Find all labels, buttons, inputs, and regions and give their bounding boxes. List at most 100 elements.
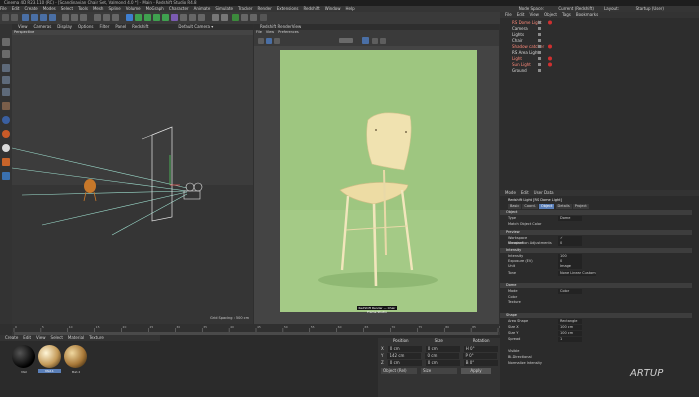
size-z-field[interactable]: 0 cm — [425, 360, 460, 366]
pen-icon[interactable] — [135, 14, 142, 21]
lock-icon[interactable] — [260, 14, 267, 21]
uv-mode-icon[interactable] — [2, 102, 10, 110]
attr-section-preview[interactable]: Preview — [500, 230, 692, 235]
magnet-icon[interactable] — [2, 158, 10, 166]
z-axis-icon[interactable] — [80, 14, 87, 21]
render-icon[interactable] — [103, 14, 110, 21]
menu-tracker[interactable]: Tracker — [238, 6, 252, 11]
ipr-icon[interactable] — [221, 14, 228, 21]
menu-select[interactable]: Select — [61, 6, 73, 11]
size-mode-dropdown[interactable]: Size — [421, 368, 457, 374]
render-view-menu-preferences[interactable]: Preferences — [278, 30, 299, 34]
scale-icon[interactable] — [40, 14, 47, 21]
field-icon[interactable] — [171, 14, 178, 21]
rotation-p-field[interactable]: P 0° — [463, 353, 498, 359]
scene-icon[interactable] — [180, 14, 187, 21]
menu-file[interactable]: File — [0, 6, 7, 11]
viewport-menu-panel[interactable]: Panel — [115, 24, 126, 29]
rotation-h-field[interactable]: H 0° — [463, 346, 498, 352]
position-x-field[interactable]: 0 cm — [387, 346, 422, 352]
material-menu-create[interactable]: Create — [5, 335, 18, 340]
menu-modes[interactable]: Modes — [43, 6, 56, 11]
edges-mode-icon[interactable] — [2, 76, 10, 84]
position-z-field[interactable]: 0 cm — [387, 360, 422, 366]
cloner-icon[interactable] — [153, 14, 160, 21]
attr-value[interactable]: None Linear Custom — [558, 271, 596, 276]
render-zoom-dropdown[interactable] — [339, 38, 353, 43]
rotation-b-field[interactable]: B 0° — [463, 360, 498, 366]
ipr-start-icon[interactable] — [258, 38, 264, 44]
attr-value[interactable]: 0 — [558, 241, 582, 246]
workplane-lock-icon[interactable] — [2, 172, 10, 180]
material-swatch-mat[interactable] — [12, 345, 35, 368]
texture-mode-icon[interactable] — [2, 50, 10, 58]
menu-mograph[interactable]: MoGraph — [146, 6, 164, 11]
menu-render[interactable]: Render — [257, 6, 271, 11]
material-menu-view[interactable]: View — [36, 335, 46, 340]
material-menu-material[interactable]: Material — [68, 335, 84, 340]
tab-details[interactable]: Details — [555, 204, 572, 209]
size-y-field[interactable]: 0 cm — [425, 353, 460, 359]
menu-spline[interactable]: Spline — [108, 6, 120, 11]
subdivision-icon[interactable] — [144, 14, 151, 21]
size-x-field[interactable]: 0 cm — [425, 346, 460, 352]
material-menu-edit[interactable]: Edit — [23, 335, 31, 340]
menu-create[interactable]: Create — [24, 6, 37, 11]
object-menu-object[interactable]: Object — [544, 12, 557, 17]
attr-section-dome[interactable]: Dome — [500, 283, 692, 288]
coordinate-mode-dropdown[interactable]: Object (Rel) — [381, 368, 417, 374]
material-menu-select[interactable]: Select — [51, 335, 63, 340]
menu-extensions[interactable]: Extensions — [277, 6, 299, 11]
redshift-icon[interactable] — [212, 14, 219, 21]
tab-object[interactable]: Object — [538, 204, 555, 209]
crop-icon[interactable] — [362, 37, 369, 44]
menu-animate[interactable]: Animate — [194, 6, 211, 11]
viewport-menu-cameras[interactable]: Cameras — [34, 24, 52, 29]
apply-button[interactable]: Apply — [461, 368, 491, 374]
render-settings-icon[interactable] — [112, 14, 119, 21]
render-start-icon[interactable] — [266, 38, 272, 44]
solo-icon[interactable] — [2, 144, 10, 152]
rotate-icon[interactable] — [49, 14, 56, 21]
material-swatch-mat-1[interactable] — [38, 345, 61, 368]
undo-icon[interactable] — [2, 14, 9, 21]
cube-icon[interactable] — [126, 14, 133, 21]
attr-value[interactable]: Color — [558, 289, 582, 294]
object-menu-view[interactable]: View — [529, 12, 539, 17]
attr-value[interactable]: 100 cm — [558, 331, 582, 336]
menu-edit[interactable]: Edit — [12, 6, 20, 11]
tab-project[interactable]: Project — [572, 204, 589, 209]
editor-viewport[interactable]: View Cameras Display Options Filter Panel Reds… — [12, 24, 253, 324]
menu-character[interactable]: Character — [169, 6, 189, 11]
material-swatch-mat-2[interactable] — [64, 345, 87, 368]
object-menu-file[interactable]: File — [505, 12, 512, 17]
live-selection-icon[interactable] — [22, 14, 29, 21]
enable-axis-icon[interactable] — [2, 116, 10, 124]
position-y-field[interactable]: 142 cm — [387, 353, 422, 359]
attr-value[interactable]: 100 cm — [558, 325, 582, 330]
object-menu-bookmarks[interactable]: Bookmarks — [576, 12, 598, 17]
attr-value[interactable]: Dome — [558, 216, 582, 221]
workplane-icon[interactable] — [241, 14, 248, 21]
attr-section-shape[interactable]: Shape — [500, 313, 692, 318]
viewport-menu-options[interactable]: Options — [78, 24, 93, 29]
channel-icon[interactable] — [372, 38, 378, 44]
menu-window[interactable]: Window — [325, 6, 341, 11]
timeline-ruler[interactable]: 051015202530354045505560657075808590 — [12, 324, 500, 332]
viewport-camera-label[interactable]: Default Camera ▾ — [178, 24, 213, 29]
attr-value[interactable]: Image — [558, 264, 582, 269]
grid-icon[interactable] — [250, 14, 257, 21]
menu-redshift[interactable]: Redshift — [303, 6, 319, 11]
render-view-menu-view[interactable]: View — [266, 30, 274, 34]
deformer-icon[interactable] — [162, 14, 169, 21]
soft-selection-icon[interactable] — [2, 130, 10, 138]
compare-icon[interactable] — [380, 38, 386, 44]
snap-icon[interactable] — [232, 14, 239, 21]
viewport-menu-display[interactable]: Display — [57, 24, 72, 29]
viewport-menu-view[interactable]: View — [18, 24, 28, 29]
material-menu-texture[interactable]: Texture — [89, 335, 104, 340]
viewport-menu-redshift[interactable]: Redshift — [132, 24, 148, 29]
y-axis-icon[interactable] — [71, 14, 78, 21]
menu-mesh[interactable]: Mesh — [93, 6, 104, 11]
menu-simulate[interactable]: Simulate — [215, 6, 233, 11]
